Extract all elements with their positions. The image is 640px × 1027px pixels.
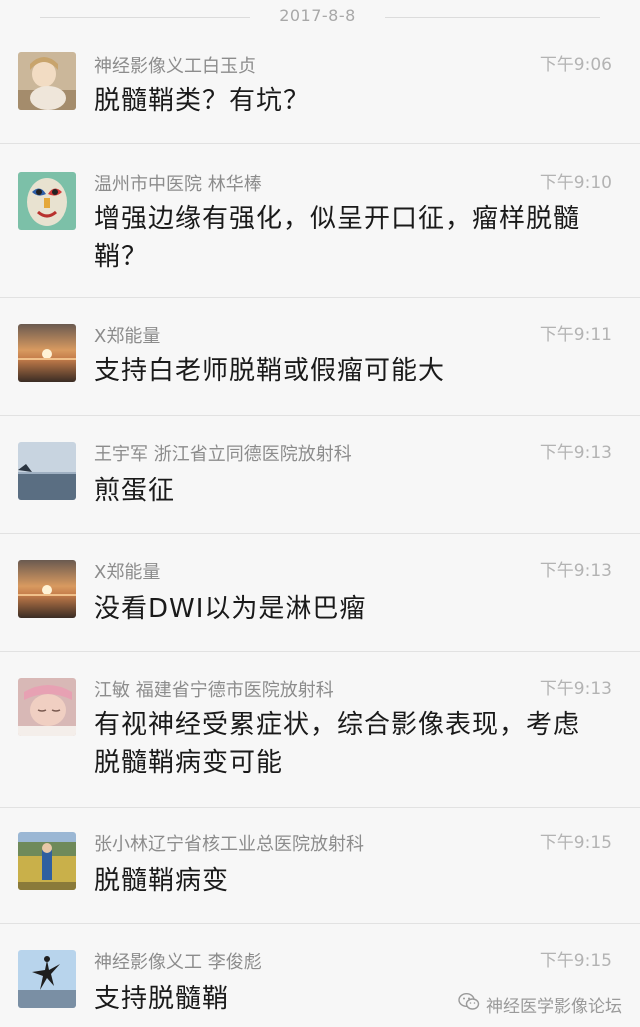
message-time: 下午9:10 [539, 173, 612, 193]
message-item[interactable]: 神经影像义工白玉贞 下午9:06 脱髓鞘类？有坑？ [0, 34, 640, 144]
message-item[interactable]: 张小林辽宁省核工业总医院放射科 下午9:15 脱髓鞘病变 [0, 808, 640, 924]
message-item[interactable]: 王宇军 浙江省立同德医院放射科 下午9:13 煎蛋征 [0, 416, 640, 534]
chat-date: 2017-8-8 [279, 6, 356, 25]
message-text: 脱髓鞘病变 [94, 866, 230, 896]
sender-name: X郑能量 [94, 562, 161, 583]
sender-name: X郑能量 [94, 326, 161, 347]
sender-name: 温州市中医院 林华棒 [94, 174, 262, 195]
message-text: 支持白老师脱鞘或假瘤可能大 [94, 356, 446, 386]
message-text: 增强边缘有强化，似呈开口征，瘤样脱髓鞘？ [94, 204, 581, 272]
message-text: 脱髓鞘类？有坑？ [94, 86, 311, 116]
avatar[interactable] [18, 52, 76, 110]
sender-name: 王宇军 浙江省立同德医院放射科 [94, 444, 352, 465]
avatar[interactable] [18, 560, 76, 618]
sender-name: 神经影像义工 李俊彪 [94, 952, 262, 973]
message-time: 下午9:13 [539, 561, 612, 581]
divider-line-right [385, 17, 600, 18]
message-time: 下午9:06 [539, 55, 612, 75]
message-time: 下午9:13 [539, 679, 612, 699]
message-item[interactable]: X郑能量 下午9:11 支持白老师脱鞘或假瘤可能大 [0, 298, 640, 416]
avatar[interactable] [18, 172, 76, 230]
avatar[interactable] [18, 442, 76, 500]
wechat-icon [458, 992, 480, 1016]
message-time: 下午9:11 [539, 325, 612, 345]
date-divider: 2017-8-8 [0, 0, 640, 34]
message-item[interactable]: X郑能量 下午9:13 没看DWI以为是淋巴瘤 [0, 534, 640, 652]
message-time: 下午9:15 [539, 951, 612, 971]
divider-line-left [40, 17, 250, 18]
message-text: 有视神经受累症状，综合影像表现，考虑脱髓鞘病变可能 [94, 710, 581, 778]
message-time: 下午9:15 [539, 833, 612, 853]
avatar[interactable] [18, 678, 76, 736]
sender-name: 张小林辽宁省核工业总医院放射科 [94, 834, 364, 855]
sender-name: 神经影像义工白玉贞 [94, 56, 256, 77]
message-text: 煎蛋征 [94, 476, 176, 506]
avatar[interactable] [18, 950, 76, 1008]
avatar[interactable] [18, 832, 76, 890]
watermark: 神经医学影像论坛 [458, 989, 622, 1019]
watermark-text: 神经医学影像论坛 [486, 996, 622, 1017]
message-item[interactable]: 江敏 福建省宁德市医院放射科 下午9:13 有视神经受累症状，综合影像表现，考虑… [0, 652, 640, 808]
message-text: 没看DWI以为是淋巴瘤 [94, 594, 367, 624]
message-time: 下午9:13 [539, 443, 612, 463]
avatar[interactable] [18, 324, 76, 382]
sender-name: 江敏 福建省宁德市医院放射科 [94, 680, 334, 701]
message-item[interactable]: 温州市中医院 林华棒 下午9:10 增强边缘有强化，似呈开口征，瘤样脱髓鞘？ [0, 144, 640, 298]
